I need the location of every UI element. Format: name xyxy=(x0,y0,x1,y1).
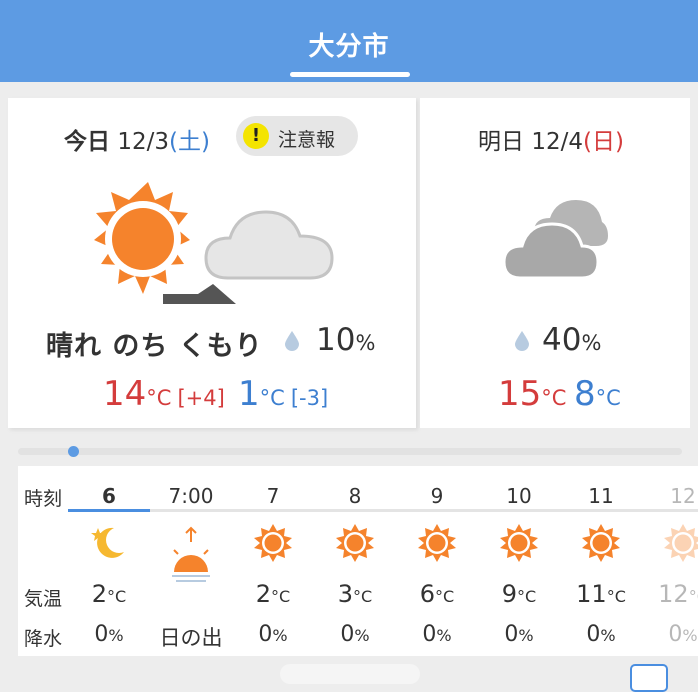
sun-icon xyxy=(252,522,294,568)
hour-temp: 6°C xyxy=(419,580,455,608)
timeline-slider-thumb[interactable] xyxy=(68,446,79,457)
today-label: 今日 xyxy=(64,129,110,155)
hour-temp: 2°C xyxy=(91,580,127,608)
sunrise-icon xyxy=(168,526,214,592)
sun-icon xyxy=(334,522,376,568)
hour-column[interactable]: 9 6°C 0% xyxy=(396,466,478,656)
today-date: 12/3 xyxy=(117,129,169,155)
city-title: 大分市 xyxy=(308,32,390,62)
hour-rain: 0% xyxy=(668,622,698,647)
today-date-line: 今日 12/3(土) xyxy=(64,122,210,156)
sun-icon xyxy=(416,522,458,568)
hour-temp: 11°C xyxy=(576,580,626,608)
hour-time: 7:00 xyxy=(168,484,214,508)
cloudy-icon xyxy=(500,196,610,290)
raindrop-icon xyxy=(514,330,530,356)
tab-indicator xyxy=(290,72,410,77)
tomorrow-day-of-week: (日) xyxy=(582,129,624,155)
sunrise-label: 日の出 xyxy=(159,626,223,650)
warning-icon: ! xyxy=(243,123,269,149)
hour-rain: 0% xyxy=(258,622,288,647)
hour-column[interactable]: 6 2°C 0% xyxy=(68,466,150,656)
warning-badge[interactable]: ! 注意報 xyxy=(236,116,358,156)
today-low-diff: [-3] xyxy=(290,386,329,410)
today-day-of-week: (土) xyxy=(168,129,210,155)
hour-rain: 0% xyxy=(94,622,124,647)
hour-temp: 3°C xyxy=(337,580,373,608)
today-low-temp: 1°C [-3] xyxy=(238,374,329,414)
sun-icon xyxy=(498,522,540,568)
hour-column[interactable]: 12 12°C 0% xyxy=(642,466,698,656)
hour-time: 6 xyxy=(102,484,116,508)
tomorrow-forecast-card[interactable]: 明日 12/4(日) 40% 15°C 8°C xyxy=(420,98,690,428)
hour-rain: 0% xyxy=(504,622,534,647)
tomorrow-high-temp: 15°C xyxy=(498,374,567,414)
hour-column-sunrise[interactable]: 7:00 日の出 xyxy=(150,466,232,656)
today-forecast-card[interactable]: 今日 12/3(土) ! 注意報 晴れ のち くもり 10% 14°C [+4] … xyxy=(8,98,416,428)
warning-label: 注意報 xyxy=(278,129,336,151)
rain-row-label: 降水 xyxy=(23,628,62,650)
sun-icon xyxy=(662,522,698,568)
hour-time: 12 xyxy=(670,484,696,508)
hour-rain: 0% xyxy=(340,622,370,647)
today-high-diff: [+4] xyxy=(177,386,225,410)
hour-rain: 0% xyxy=(422,622,452,647)
hour-column[interactable]: 7 2°C 0% xyxy=(232,466,314,656)
moon-icon xyxy=(88,522,130,568)
hourly-forecast[interactable]: 時刻 気温 降水 6 2°C 0% 7:00 日の出 7 2°C 0% 8 3°… xyxy=(18,466,698,656)
temp-row-label: 気温 xyxy=(23,588,62,610)
sun-icon xyxy=(580,522,622,568)
hour-temp: 12°C xyxy=(658,580,698,608)
hour-time: 8 xyxy=(348,484,362,508)
tomorrow-low-temp: 8°C xyxy=(574,374,621,414)
today-condition: 晴れ のち くもり xyxy=(46,331,263,362)
hour-time: 9 xyxy=(430,484,444,508)
today-high-temp: 14°C [+4] xyxy=(103,374,225,414)
tomorrow-label: 明日 xyxy=(478,129,524,155)
tomorrow-rain-chance: 40% xyxy=(542,322,602,358)
hour-column[interactable]: 11 11°C 0% xyxy=(560,466,642,656)
today-rain-chance: 10% xyxy=(316,322,376,358)
app-header: 大分市 xyxy=(0,0,698,82)
raindrop-icon xyxy=(284,330,300,356)
hour-time: 11 xyxy=(588,484,614,508)
bottom-handle[interactable] xyxy=(280,664,420,684)
hour-rain: 0% xyxy=(586,622,616,647)
hour-column[interactable]: 10 9°C 0% xyxy=(478,466,560,656)
tomorrow-date: 12/4 xyxy=(531,129,583,155)
time-row-label: 時刻 xyxy=(23,488,62,510)
hour-temp: 2°C xyxy=(255,580,291,608)
hour-temp: 9°C xyxy=(501,580,537,608)
hour-time: 10 xyxy=(506,484,532,508)
tomorrow-date-line: 明日 12/4(日) xyxy=(478,122,624,156)
sun-then-cloud-icon xyxy=(88,176,338,315)
bottom-button[interactable] xyxy=(630,664,668,692)
hour-time: 7 xyxy=(266,484,280,508)
timeline-slider[interactable] xyxy=(18,448,682,455)
hour-column[interactable]: 8 3°C 0% xyxy=(314,466,396,656)
